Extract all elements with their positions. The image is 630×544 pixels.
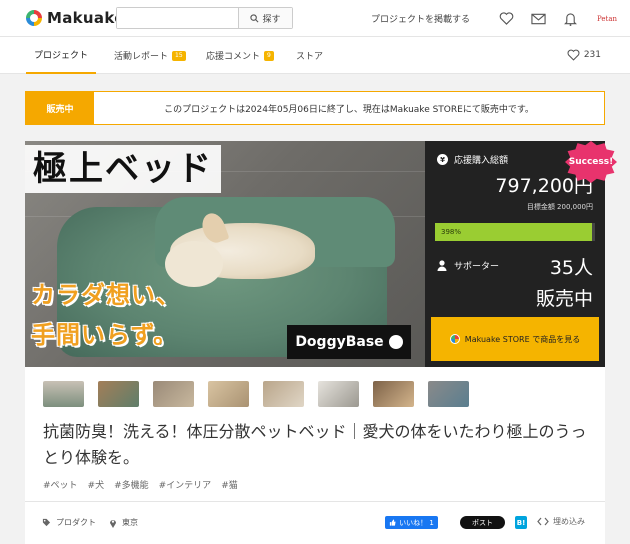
mail-icon [530,13,546,24]
tag-link[interactable]: #ペット [43,478,78,491]
hero-image[interactable]: 極上ベッド カラダ想い、 手間いらず。 DoggyBase [25,141,425,367]
progress-fill: 398% [435,223,592,241]
sales-notice: 販売中 このプロジェクトは2024年05月06日に終了し、現在はMakuake … [25,91,605,125]
header-actions: プロジェクトを掲載する Petan [371,0,630,37]
comments-count-badge: 9 [264,50,274,61]
embed-label: 埋め込み [553,517,585,526]
tab-report-label: 活動レポート [114,52,169,62]
supporters-count: 35人 [549,257,593,279]
code-icon [537,517,549,526]
thumbnail[interactable] [43,381,84,407]
favorite-count-button[interactable]: 231 [567,49,601,61]
hero-title: 極上ベッド [25,145,221,193]
thumbs-up-icon [390,519,396,526]
thumbnail-strip [43,381,469,407]
thumbnail[interactable] [318,381,359,407]
supporters-row: サポーター [437,259,499,272]
notice-text: このプロジェクトは2024年05月06日に終了し、現在はMakuake STOR… [164,104,534,115]
x-post-button[interactable]: ポスト [460,516,505,529]
thumbnail[interactable] [373,381,414,407]
embed-button[interactable]: 埋め込み [537,516,585,527]
hatena-bookmark-button[interactable]: B! [515,516,527,529]
target-amount: 目標金額 200,000円 [526,203,593,211]
tag-link[interactable]: #インテリア [159,478,212,491]
project-card: 極上ベッド カラダ想い、 手間いらず。 DoggyBase ¥ 応援購入総額 7… [25,141,617,544]
favorite-count: 231 [583,50,601,60]
search-icon [250,13,259,22]
supporters-label: サポーター [454,262,500,272]
yen-icon: ¥ [437,154,448,165]
thumbnail[interactable] [263,381,304,407]
project-title: 抗菌防臭！洗える！体圧分散ペットベッド｜愛犬の体をいたわり極上のうっとり体験を。 [43,422,587,467]
tag-link[interactable]: #多機能 [114,478,149,491]
divider [25,501,605,502]
x-post-label: ポスト [472,518,493,527]
messages-button[interactable] [522,13,554,25]
category-link[interactable]: プロダクト [56,517,96,528]
search-box: 探す [116,7,293,29]
funding-progress-bar: 398% [435,223,595,241]
tag-link[interactable]: #犬 [88,478,105,491]
makuake-store-icon [449,334,460,344]
person-icon [437,260,447,271]
project-tabs: プロジェクト 活動レポート 15 応援コメント 9 ストア 231 [0,37,630,74]
favorites-button[interactable] [490,12,522,25]
tag-link[interactable]: #猫 [221,478,238,491]
search-input[interactable] [117,8,238,28]
store-button-label: Makuake STORE で商品を見る [464,334,581,344]
thumbnail[interactable] [153,381,194,407]
tab-store[interactable]: ストア [296,37,323,74]
thumbnail[interactable] [208,381,249,407]
avatar[interactable]: Petan [594,9,620,29]
tab-comments[interactable]: 応援コメント 9 [206,37,274,74]
heart-icon [499,12,513,25]
project-meta: プロダクト 東京 [42,517,138,528]
search-button-label: 探す [262,14,281,25]
search-button[interactable]: 探す [238,8,292,28]
top-header: Makuake 探す プロジェクトを掲載する Petan [0,0,630,37]
logo-mark-icon [26,10,42,26]
progress-percent: 398% [441,228,462,236]
sales-status: 販売中 [535,288,593,310]
notifications-button[interactable] [554,12,586,26]
tab-project-label: プロジェクト [34,51,89,61]
like-label: いいね！ 1 [399,518,434,527]
total-label: 応援購入総額 [454,156,509,166]
tab-project[interactable]: プロジェクト [26,37,97,74]
tag-list: #ペット #犬 #多機能 #インテリア #猫 [43,478,238,491]
thumbnail[interactable] [98,381,139,407]
heart-icon [567,49,580,61]
total-label-row: ¥ 応援購入総額 [437,153,508,166]
tag-icon [42,518,51,527]
store-button[interactable]: Makuake STORE で商品を見る [431,317,599,361]
tab-store-label: ストア [296,52,324,62]
location-pin-icon [110,519,116,528]
location-link[interactable]: 東京 [122,517,138,528]
bell-icon [563,12,577,26]
brand-dot-icon [388,335,403,349]
hero-subtitle-1: カラダ想い、 [31,281,181,309]
thumbnail[interactable] [428,381,469,407]
tab-comments-label: 応援コメント [206,52,261,62]
brand-badge: DoggyBase [287,325,411,359]
logo-text: Makuake [47,9,125,27]
makuake-logo[interactable]: Makuake [26,9,125,27]
facebook-like-button[interactable]: いいね！ 1 [385,516,438,529]
notice-label: 販売中 [26,92,94,124]
tab-report[interactable]: 活動レポート 15 [114,37,186,74]
hero-subtitle-2: 手間いらず。 [31,321,179,349]
brand-name: DoggyBase [295,334,384,350]
report-count-badge: 15 [172,50,186,61]
post-project-link[interactable]: プロジェクトを掲載する [371,12,470,25]
